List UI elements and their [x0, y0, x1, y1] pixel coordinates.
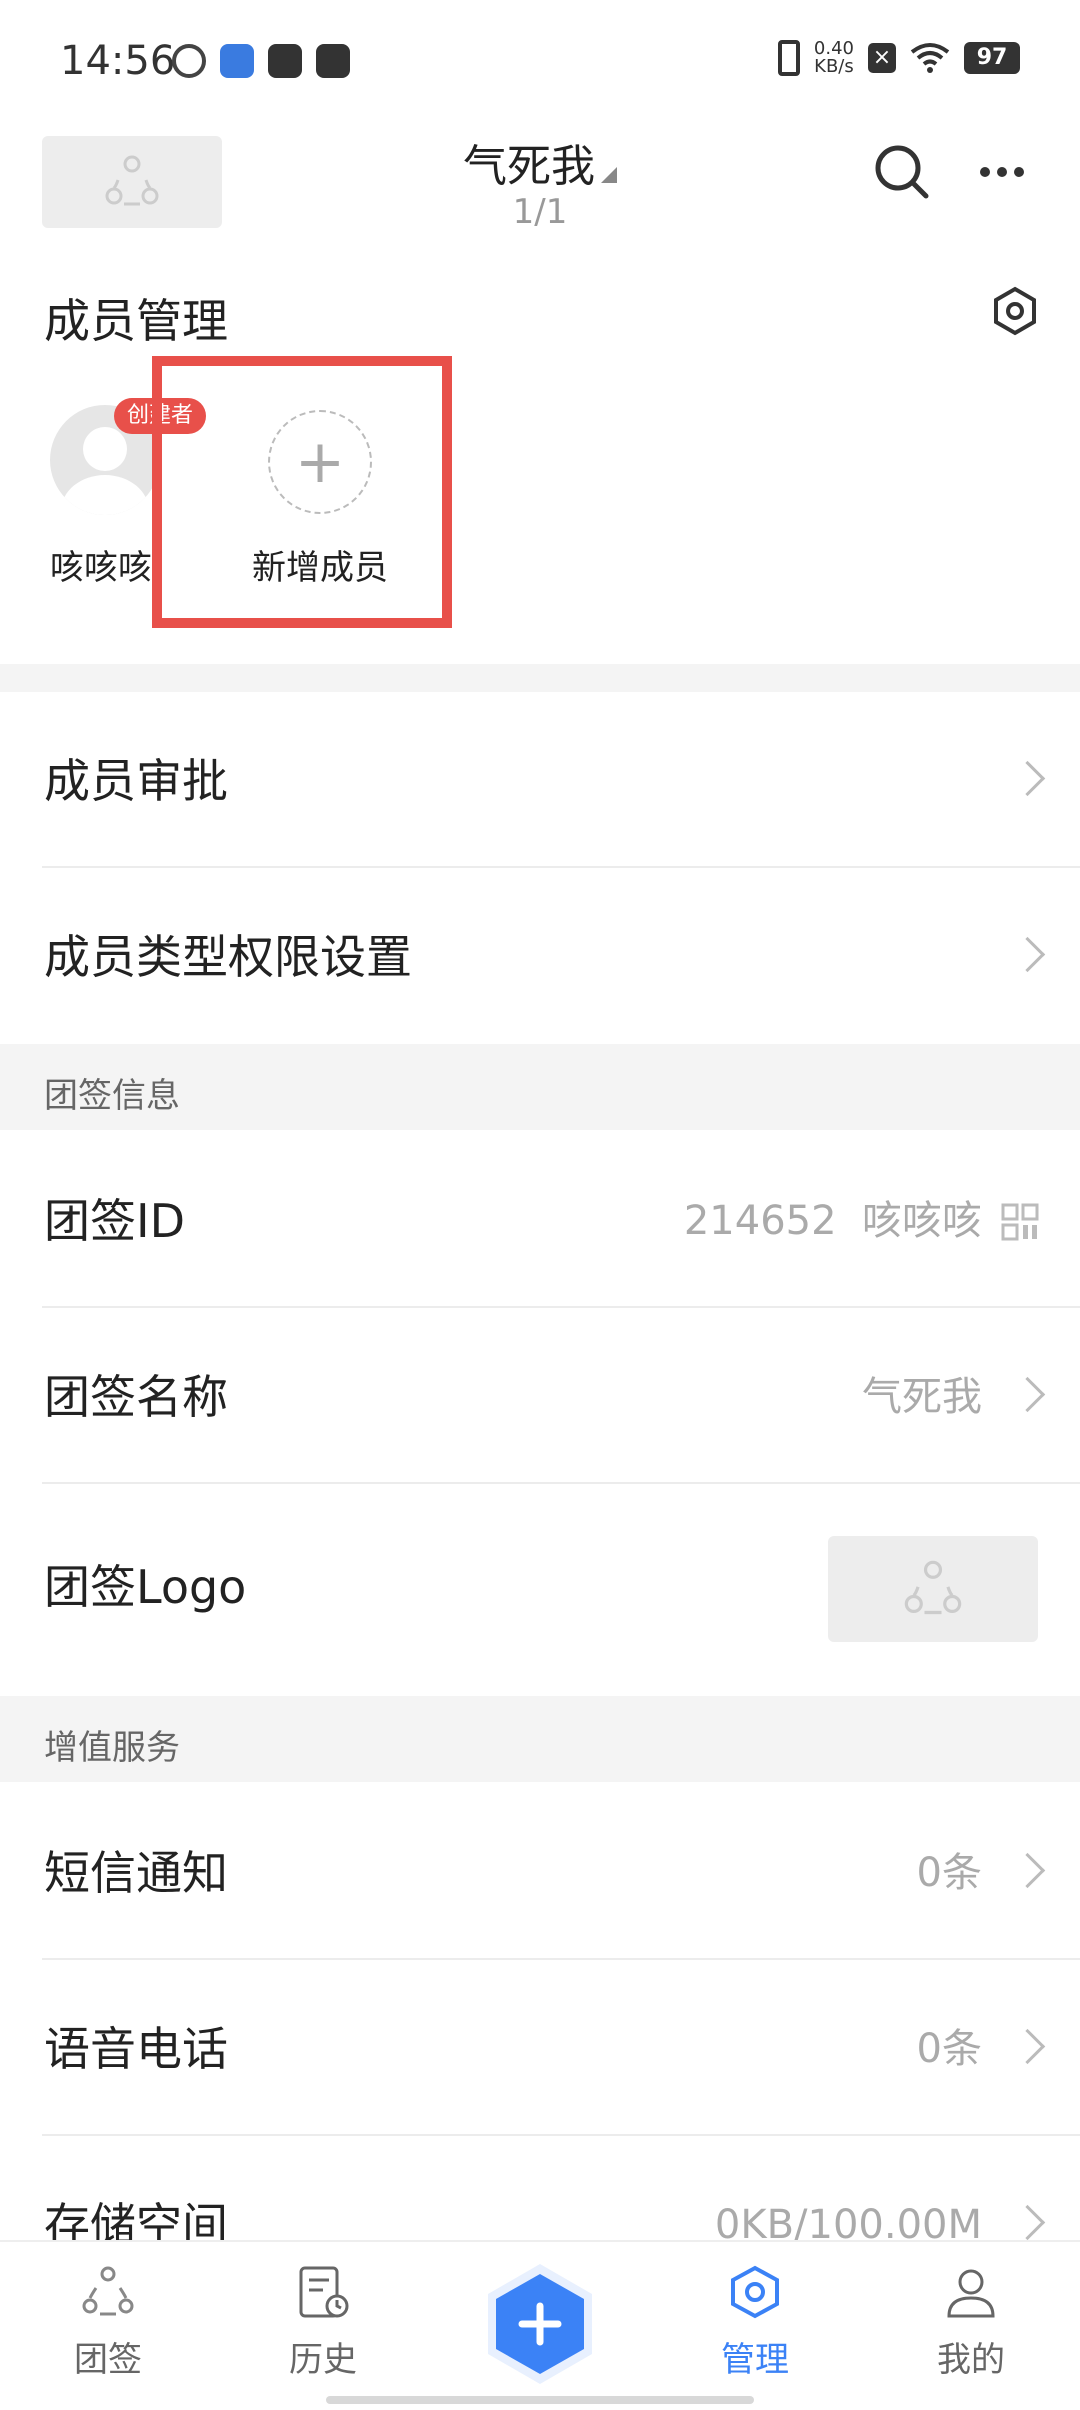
qr-code-icon[interactable]: [1000, 1202, 1040, 1242]
row-label: 团签名称: [44, 1370, 228, 1424]
member-management-title: 成员管理: [44, 294, 228, 348]
nav-item-group[interactable]: 团签: [33, 2262, 183, 2381]
value-added-band: 增值服务: [0, 1696, 1080, 1782]
divider: [42, 1306, 1080, 1308]
mail-notification-icon: [268, 44, 302, 78]
sms-notification-row[interactable]: 短信通知 0条: [0, 1786, 1080, 1961]
group-id-number: 214652: [683, 1198, 837, 1244]
nav-label: 历史: [289, 2340, 357, 2380]
row-label: 成员类型权限设置: [44, 930, 412, 984]
sms-count: 0条: [916, 1850, 982, 1896]
notification-icons: [172, 44, 350, 78]
history-icon: [299, 2266, 349, 2318]
nav-item-manage[interactable]: 管理: [680, 2262, 830, 2381]
vibrate-icon: [777, 40, 800, 76]
row-label: 成员审批: [44, 754, 228, 808]
divider: [42, 1958, 1080, 1960]
status-right: 0.40 KB/s × 97: [777, 40, 1020, 76]
group-id-owner: 咳咳咳: [862, 1198, 982, 1244]
dropdown-caret-icon: [601, 167, 617, 183]
tiktok-notification-icon: [316, 44, 350, 78]
chevron-right-icon: [1009, 2204, 1046, 2241]
manage-icon: [731, 2265, 779, 2319]
chevron-right-icon: [1009, 2028, 1046, 2065]
member-type-permissions-row[interactable]: 成员类型权限设置: [0, 870, 1080, 1045]
profile-icon: [947, 2269, 995, 2318]
chevron-right-icon: [1009, 1376, 1046, 1413]
row-label: 短信通知: [44, 1846, 228, 1900]
nav-item-mine[interactable]: 我的: [896, 2262, 1046, 2381]
band-label: 增值服务: [44, 1728, 180, 1768]
section-divider: [0, 664, 1080, 692]
group-name-row[interactable]: 团签名称 气死我: [0, 1310, 1080, 1485]
highlight-box: [152, 356, 452, 628]
group-icon: [82, 2266, 134, 2316]
status-time: 14:56: [60, 38, 176, 84]
group-name-value: 气死我: [862, 1374, 982, 1420]
row-label: 语音电话: [44, 2022, 228, 2076]
chevron-right-icon: [1009, 1852, 1046, 1889]
app-notification-icon: [220, 44, 254, 78]
wifi-icon: [910, 43, 950, 73]
no-sim-icon: ×: [868, 43, 896, 73]
chevron-right-icon: [1009, 936, 1046, 973]
band-label: 团签信息: [44, 1076, 180, 1116]
member-name: 咳咳咳: [50, 548, 152, 588]
chevron-right-icon: [1009, 760, 1046, 797]
nav-label: 我的: [937, 2340, 1005, 2380]
add-fab-button[interactable]: [478, 2262, 602, 2386]
net-speed-unit: KB/s: [814, 56, 854, 77]
divider: [42, 866, 1080, 868]
divider: [42, 2134, 1080, 2136]
top-bar: 气死我 1/1: [0, 130, 1080, 250]
group-info-band: 团签信息: [0, 1044, 1080, 1130]
nav-label: 团签: [74, 2340, 142, 2380]
group-id-value: 214652 咳咳咳: [684, 1134, 982, 1309]
home-indicator: [326, 2396, 754, 2404]
net-speed: 0.40 KB/s: [814, 40, 854, 76]
member-approval-row[interactable]: 成员审批: [0, 694, 1080, 869]
voice-call-row[interactable]: 语音电话 0条: [0, 1962, 1080, 2137]
voice-count: 0条: [916, 2026, 982, 2072]
app-notification-icon: [172, 44, 206, 78]
page-title: 气死我: [463, 141, 595, 192]
group-id-row[interactable]: 团签ID 214652 咳咳咳: [0, 1134, 1080, 1309]
nav-label: 管理: [721, 2340, 789, 2380]
search-icon[interactable]: [872, 142, 932, 202]
logo-placeholder-icon: [904, 1560, 962, 1615]
group-logo-image[interactable]: [828, 1536, 1038, 1642]
battery-indicator: 97: [964, 42, 1020, 74]
row-label: 团签Logo: [44, 1560, 247, 1614]
more-icon[interactable]: [972, 150, 1032, 194]
row-label: 团签ID: [44, 1194, 185, 1248]
status-bar: 14:56 0.40 KB/s × 97: [0, 0, 1080, 130]
settings-icon[interactable]: [990, 286, 1040, 336]
nav-item-history[interactable]: 历史: [248, 2262, 398, 2381]
divider: [42, 1482, 1080, 1484]
